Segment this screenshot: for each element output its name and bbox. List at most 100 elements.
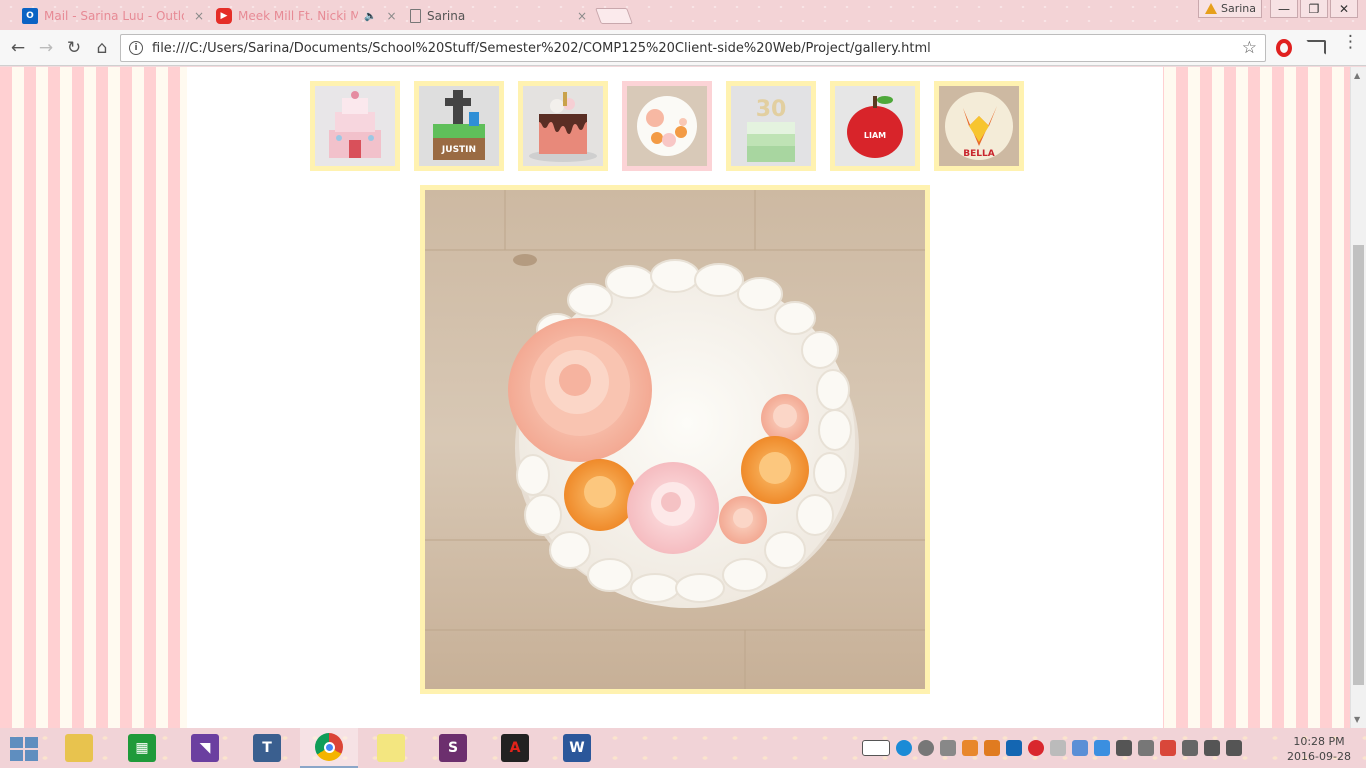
adobe-reader-icon: A — [501, 734, 529, 762]
thumbnail-thirty-cake[interactable]: 30 — [726, 81, 816, 171]
svg-text:JUSTIN: JUSTIN — [441, 145, 476, 155]
thumbnail-strip: JUSTIN 30 LIAM BELLA — [310, 81, 1024, 171]
menu-icon[interactable]: ⋮ — [1342, 34, 1359, 51]
cake-photo: 30 — [731, 86, 811, 166]
file-icon — [410, 9, 421, 23]
cake-photo — [523, 86, 603, 166]
beats-icon[interactable] — [1028, 740, 1044, 756]
orange-rose-left — [564, 459, 636, 531]
home-button[interactable]: ⌂ — [92, 38, 112, 58]
opera-extension-icon[interactable] — [1276, 39, 1292, 57]
thumbnail-minecraft-cake[interactable]: JUSTIN — [414, 81, 504, 171]
antivirus-icon[interactable] — [1160, 740, 1176, 756]
taskbar-windows-store[interactable]: ▦ — [113, 728, 171, 768]
profile-button[interactable]: Sarina — [1198, 0, 1262, 18]
windows-taskbar: ▦ ◥ T S A W 10:28 PM 2016-09-28 — [0, 728, 1366, 768]
visual-studio-icon: ◥ — [191, 734, 219, 762]
taskbar-clock[interactable]: 10:28 PM 2016-09-28 — [1286, 734, 1352, 764]
tab-close-icon[interactable]: × — [194, 9, 204, 23]
tab-label: Sarina — [427, 9, 466, 23]
maximize-button[interactable]: ❐ — [1300, 0, 1328, 18]
usb-icon[interactable] — [1050, 740, 1066, 756]
vertical-scrollbar[interactable]: ▲ ▼ — [1350, 67, 1366, 728]
tab-sarina[interactable]: Sarina × — [404, 2, 597, 30]
clock-date: 2016-09-28 — [1287, 750, 1351, 763]
update-icon[interactable] — [984, 740, 1000, 756]
cast-icon[interactable] — [1306, 40, 1326, 55]
bookmark-star-icon[interactable]: ☆ — [1242, 38, 1257, 58]
window-controls: — ❐ ✕ — [1270, 0, 1358, 18]
gallery-content: JUSTIN 30 LIAM BELLA — [187, 67, 1163, 728]
tab-close-icon[interactable]: × — [386, 9, 396, 23]
new-tab-button[interactable] — [595, 8, 633, 24]
snowflake-icon[interactable] — [1094, 740, 1110, 756]
taskbar-file-explorer[interactable] — [50, 728, 108, 768]
keyboard-icon[interactable] — [862, 740, 890, 756]
cake-photo — [627, 86, 707, 166]
settings-icon[interactable] — [918, 740, 934, 756]
taskbar-sticky-notes[interactable] — [362, 728, 420, 768]
tab-label: Mail - Sarina Luu - Outlook — [44, 9, 184, 23]
address-bar[interactable]: i file:///C:/Users/Sarina/Documents/Scho… — [120, 34, 1266, 62]
orange-rose-right — [741, 436, 809, 504]
info-icon[interactable]: i — [129, 41, 143, 55]
script-icon[interactable] — [940, 740, 956, 756]
vlc-icon[interactable] — [962, 740, 978, 756]
thumbnail-princess-cake[interactable] — [310, 81, 400, 171]
flag-icon[interactable] — [1116, 740, 1132, 756]
youtube-icon: ▶ — [216, 8, 232, 24]
cloud-icon[interactable] — [1138, 740, 1154, 756]
taskbar-typora[interactable]: T — [238, 728, 296, 768]
taskbar-chrome[interactable] — [300, 728, 358, 768]
scroll-down-icon[interactable]: ▼ — [1354, 715, 1360, 724]
warning-icon — [1205, 3, 1217, 14]
large-peach-rose — [508, 318, 652, 462]
small-peach-rose-bottom — [719, 496, 767, 544]
scroll-up-icon[interactable]: ▲ — [1354, 71, 1360, 80]
url-text[interactable]: file:///C:/Users/Sarina/Documents/School… — [152, 41, 1242, 56]
network-app-icon[interactable] — [1072, 740, 1088, 756]
taskbar-adobe-reader[interactable]: A — [486, 728, 544, 768]
battery-icon[interactable] — [1182, 740, 1198, 756]
minimize-button[interactable]: — — [1270, 0, 1298, 18]
reload-button[interactable]: ↻ — [64, 38, 84, 58]
taskbar-visual-studio[interactable]: ◥ — [176, 728, 234, 768]
ie-icon[interactable] — [896, 740, 912, 756]
folder-icon — [65, 734, 93, 762]
taskbar-slack[interactable]: S — [424, 728, 482, 768]
thumbnail-drip-cake[interactable] — [518, 81, 608, 171]
rose-cake-photo — [425, 190, 925, 689]
cake-photo — [315, 86, 395, 166]
svg-text:LIAM: LIAM — [864, 131, 886, 140]
tab-label: Meek Mill Ft. Nicki Minaj — [238, 9, 358, 23]
main-gallery-image — [420, 185, 930, 694]
back-button[interactable]: ← — [8, 38, 28, 58]
system-tray — [862, 728, 1242, 768]
profile-name: Sarina — [1221, 2, 1257, 15]
close-window-button[interactable]: ✕ — [1330, 0, 1358, 18]
scroll-thumb[interactable] — [1353, 245, 1364, 685]
audio-icon[interactable]: 🔈 — [364, 11, 376, 22]
tab-close-icon[interactable]: × — [577, 9, 587, 23]
outlook-icon: O — [22, 8, 38, 24]
taskbar-word[interactable]: W — [548, 728, 606, 768]
forward-button[interactable]: → — [36, 38, 56, 58]
cake-photo: JUSTIN — [419, 86, 499, 166]
start-button[interactable] — [10, 737, 38, 761]
sticky-notes-icon — [377, 734, 405, 762]
page-viewport: JUSTIN 30 LIAM BELLA — [0, 67, 1350, 728]
volume-icon[interactable] — [1226, 740, 1242, 756]
tab-youtube[interactable]: ▶ Meek Mill Ft. Nicki Minaj 🔈 × — [210, 2, 407, 30]
chrome-icon — [315, 733, 343, 761]
thumbnail-bella-cake[interactable]: BELLA — [934, 81, 1024, 171]
wifi-icon[interactable] — [1204, 740, 1220, 756]
tab-outlook[interactable]: O Mail - Sarina Luu - Outlook × — [16, 2, 214, 30]
svg-text:30: 30 — [756, 97, 787, 122]
thumbnail-apple-cake[interactable]: LIAM — [830, 81, 920, 171]
word-icon: W — [563, 734, 591, 762]
store-icon: ▦ — [128, 734, 156, 762]
thumbnail-rose-cake[interactable] — [622, 81, 712, 171]
browser-titlebar: O Mail - Sarina Luu - Outlook × ▶ Meek M… — [0, 0, 1366, 30]
bluetooth-icon[interactable] — [1006, 740, 1022, 756]
cake-photo: LIAM — [835, 86, 915, 166]
